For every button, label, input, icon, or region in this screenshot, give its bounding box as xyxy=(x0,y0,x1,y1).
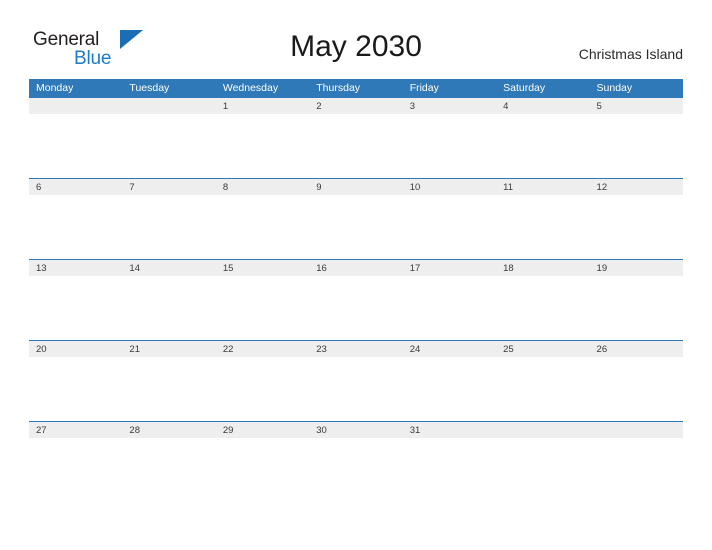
day-cell[interactable]: 3 xyxy=(403,98,496,114)
day-cell[interactable]: 12 xyxy=(590,179,683,195)
day-cell[interactable] xyxy=(29,98,122,114)
day-cell[interactable]: 9 xyxy=(309,179,402,195)
day-cell[interactable]: 15 xyxy=(216,260,309,276)
day-cell[interactable]: 27 xyxy=(29,422,122,438)
weekday-header-monday: Monday xyxy=(36,82,74,94)
day-cell[interactable]: 19 xyxy=(590,260,683,276)
day-cell[interactable]: 2 xyxy=(309,98,402,114)
calendar-page: General Blue May 2030 Christmas Island M… xyxy=(0,0,712,550)
week-notes-area[interactable] xyxy=(29,195,683,259)
week-date-band: 20 21 22 23 24 25 26 xyxy=(29,340,683,357)
page-header: General Blue May 2030 Christmas Island xyxy=(0,0,712,78)
day-cell[interactable]: 25 xyxy=(496,341,589,357)
day-cell[interactable]: 18 xyxy=(496,260,589,276)
day-cell[interactable] xyxy=(122,98,215,114)
day-cell[interactable]: 1 xyxy=(216,98,309,114)
day-cell[interactable]: 10 xyxy=(403,179,496,195)
location-label: Christmas Island xyxy=(578,46,683,62)
week-date-band: 6 7 8 9 10 11 12 xyxy=(29,178,683,195)
weekday-header-friday: Friday xyxy=(409,82,439,94)
day-cell[interactable]: 30 xyxy=(309,422,402,438)
day-cell[interactable]: 7 xyxy=(122,179,215,195)
day-cell[interactable]: 4 xyxy=(496,98,589,114)
week-row: 13 14 15 16 17 18 19 xyxy=(29,259,683,340)
week-row: 6 7 8 9 10 11 12 xyxy=(29,178,683,259)
day-cell[interactable]: 17 xyxy=(403,260,496,276)
weekday-header-row: Monday Tuesday Wednesday Thursday Friday… xyxy=(29,79,683,97)
week-date-band: 1 2 3 4 5 xyxy=(29,97,683,114)
day-cell[interactable]: 26 xyxy=(590,341,683,357)
day-cell[interactable]: 29 xyxy=(216,422,309,438)
day-cell[interactable]: 23 xyxy=(309,341,402,357)
day-cell[interactable]: 31 xyxy=(403,422,496,438)
calendar-grid: Monday Tuesday Wednesday Thursday Friday… xyxy=(29,79,683,502)
week-date-band: 13 14 15 16 17 18 19 xyxy=(29,259,683,276)
day-cell[interactable]: 28 xyxy=(122,422,215,438)
day-cell[interactable] xyxy=(496,422,589,438)
week-date-band: 27 28 29 30 31 xyxy=(29,421,683,438)
weekday-header-thursday: Thursday xyxy=(316,82,361,94)
day-cell[interactable]: 20 xyxy=(29,341,122,357)
week-notes-area[interactable] xyxy=(29,438,683,502)
week-notes-area[interactable] xyxy=(29,276,683,340)
weekday-header-sunday: Sunday xyxy=(596,82,633,94)
day-cell[interactable]: 24 xyxy=(403,341,496,357)
day-cell[interactable]: 5 xyxy=(590,98,683,114)
day-cell[interactable] xyxy=(590,422,683,438)
weekday-header-tuesday: Tuesday xyxy=(129,82,170,94)
week-row: 27 28 29 30 31 xyxy=(29,421,683,502)
weekday-header-saturday: Saturday xyxy=(503,82,546,94)
weekday-header-wednesday: Wednesday xyxy=(222,82,279,94)
day-cell[interactable]: 8 xyxy=(216,179,309,195)
day-cell[interactable]: 16 xyxy=(309,260,402,276)
day-cell[interactable]: 6 xyxy=(29,179,122,195)
day-cell[interactable]: 21 xyxy=(122,341,215,357)
day-cell[interactable]: 13 xyxy=(29,260,122,276)
week-row: 1 2 3 4 5 xyxy=(29,97,683,178)
day-cell[interactable]: 22 xyxy=(216,341,309,357)
week-notes-area[interactable] xyxy=(29,357,683,421)
week-notes-area[interactable] xyxy=(29,114,683,178)
week-row: 20 21 22 23 24 25 26 xyxy=(29,340,683,421)
day-cell[interactable]: 14 xyxy=(122,260,215,276)
day-cell[interactable]: 11 xyxy=(496,179,589,195)
